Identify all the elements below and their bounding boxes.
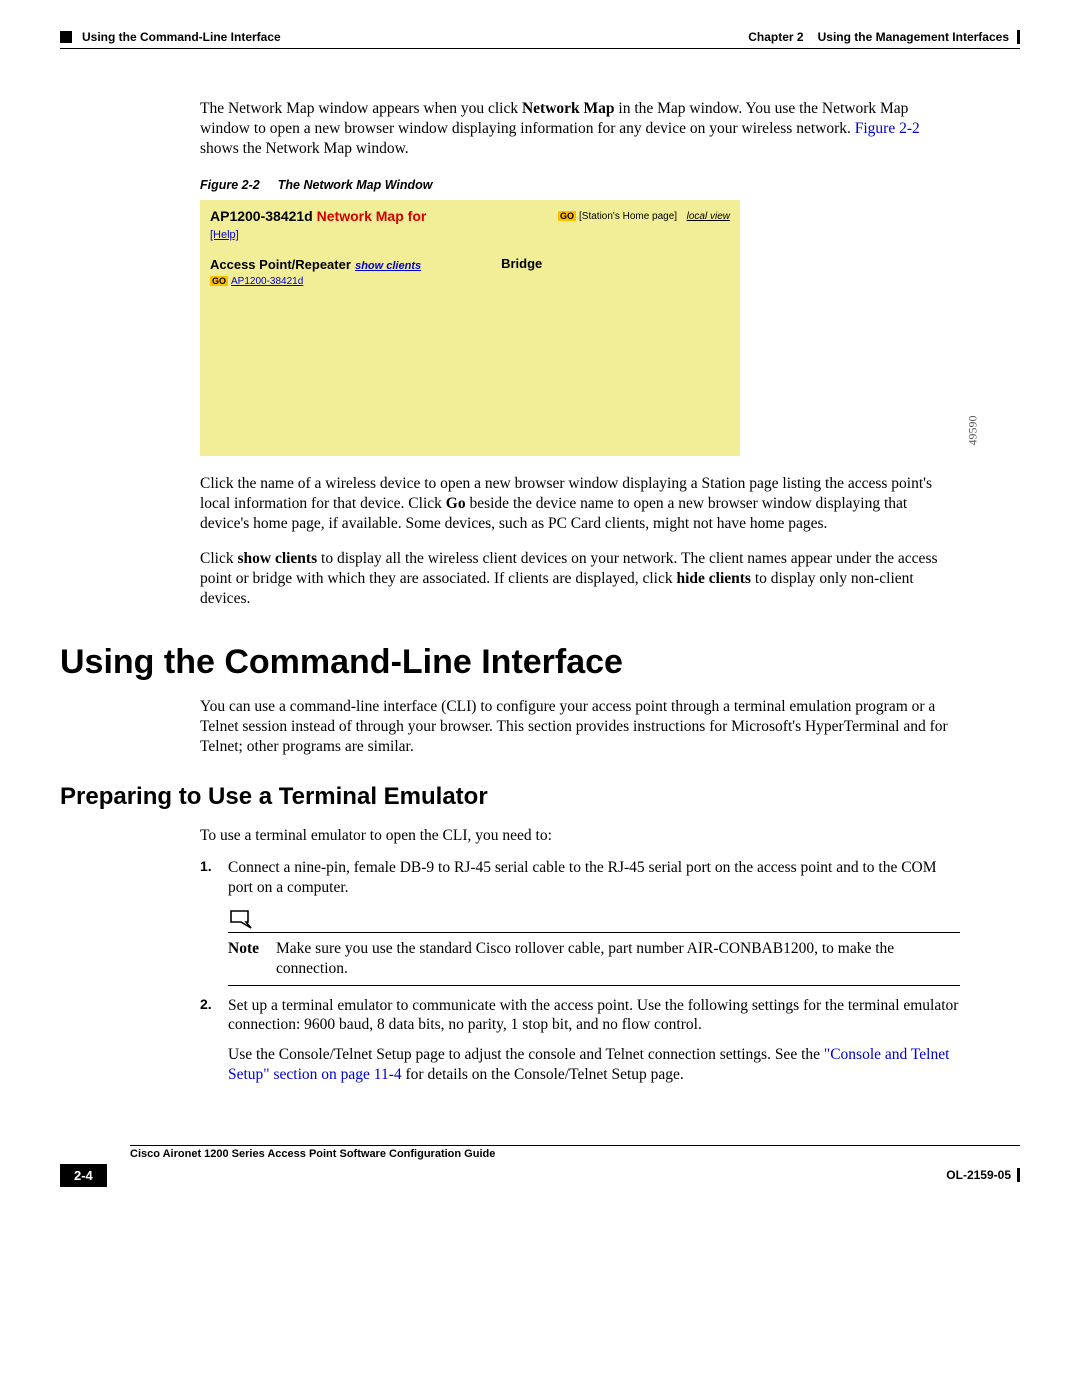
footer-doc-id: OL-2159-05	[946, 1168, 1011, 1182]
after-fig-p2: Click show clients to display all the wi…	[200, 549, 960, 608]
page-header: Using the Command-Line Interface Chapter…	[60, 30, 1020, 44]
header-square	[60, 31, 72, 43]
page-footer: Cisco Aironet 1200 Series Access Point S…	[60, 1145, 1020, 1187]
step-2-number: 2.	[200, 996, 228, 1085]
bold-hide-clients: hide clients	[676, 570, 751, 587]
header-rule	[60, 48, 1020, 49]
stations-homepage-link[interactable]: [Station's Home page]	[579, 211, 677, 222]
header-chapter-label: Chapter 2	[748, 30, 803, 44]
figure-2-2-link[interactable]: Figure 2-2	[855, 120, 920, 137]
figure-id-number: 49590	[966, 416, 981, 446]
show-clients-link[interactable]: show clients	[355, 260, 421, 272]
figure-device-name: AP1200-38421d	[210, 208, 313, 224]
go-icon[interactable]: GO	[558, 211, 576, 221]
figure-network-map: AP1200-38421d Network Map for [Help] GO[…	[200, 200, 740, 456]
footer-page-number: 2-4	[60, 1164, 107, 1187]
figure-title-label: Network Map for	[313, 208, 427, 224]
bold-show-clients: show clients	[237, 550, 317, 567]
header-section-title: Using the Command-Line Interface	[82, 30, 281, 44]
figure-apr-heading: Access Point/Repeater	[210, 257, 351, 272]
after-fig-p1: Click the name of a wireless device to o…	[200, 474, 960, 533]
intro-paragraph-1: The Network Map window appears when you …	[200, 99, 960, 158]
step-2: 2. Set up a terminal emulator to communi…	[200, 996, 960, 1085]
step-1: 1. Connect a nine-pin, female DB-9 to RJ…	[200, 858, 960, 898]
bold-go: Go	[446, 495, 466, 512]
note-icon	[228, 908, 960, 930]
footer-book-title: Cisco Aironet 1200 Series Access Point S…	[130, 1148, 495, 1160]
h2-terminal-emulator: Preparing to Use a Terminal Emulator	[60, 783, 960, 811]
note-text: Make sure you use the standard Cisco rol…	[276, 939, 960, 979]
header-chapter-title: Using the Management Interfaces	[818, 30, 1009, 44]
note-label: Note	[228, 939, 276, 979]
step-1-text: Connect a nine-pin, female DB-9 to RJ-45…	[228, 858, 960, 898]
step-2-text: Set up a terminal emulator to communicat…	[228, 996, 960, 1036]
h1-cli: Using the Command-Line Interface	[60, 643, 960, 682]
go-icon[interactable]: GO	[210, 276, 228, 286]
bold-network-map: Network Map	[522, 100, 615, 117]
figure-bridge-heading: Bridge	[501, 256, 542, 273]
step-2-para2: Use the Console/Telnet Setup page to adj…	[228, 1045, 960, 1085]
figure-caption: Figure 2-2The Network Map Window	[200, 178, 960, 192]
note-block: Note Make sure you use the standard Cisc…	[228, 908, 960, 986]
figure-help-link[interactable]: [Help]	[210, 229, 239, 241]
step-1-number: 1.	[200, 858, 228, 898]
header-bar	[1017, 30, 1020, 44]
cli-intro-para: You can use a command-line interface (CL…	[200, 697, 960, 756]
figure-top-right-links: GO[Station's Home page] local view	[558, 211, 730, 222]
local-view-link[interactable]: local view	[687, 211, 730, 222]
figure-device-link[interactable]: AP1200-38421d	[231, 276, 303, 287]
footer-bar	[1017, 1168, 1020, 1182]
prep-intro-para: To use a terminal emulator to open the C…	[200, 826, 960, 846]
